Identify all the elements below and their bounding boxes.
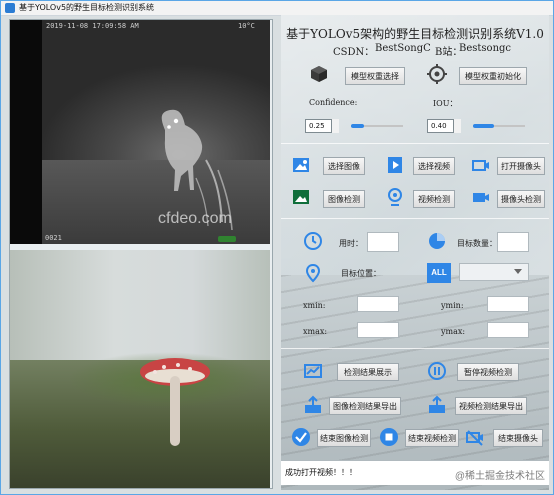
stop-circle-icon (380, 428, 398, 446)
chevron-down-icon[interactable] (514, 269, 522, 274)
iou-spinbox[interactable]: 0.40 (427, 119, 461, 133)
clock-icon (304, 232, 322, 250)
status-message: 成功打开视频！！！ (285, 468, 357, 477)
ymax-label: ymax: (441, 327, 466, 336)
iou-value: 0.40 (431, 122, 447, 130)
confidence-slider[interactable] (351, 121, 403, 131)
cube-icon (311, 66, 327, 82)
camera-temp: 10°C (238, 22, 255, 30)
separator (281, 348, 549, 349)
time-label: 用时： (339, 239, 363, 248)
pause-icon (428, 362, 446, 380)
time-field (367, 232, 399, 252)
confidence-value: 0.25 (309, 122, 325, 130)
chart-icon (304, 364, 322, 378)
bilibili-value: Bestsongc (459, 43, 512, 54)
all-badge-text: ALL (431, 268, 447, 277)
end-camera-button[interactable]: 结束摄像头 (493, 429, 543, 447)
xmin-label: xmin: (303, 301, 326, 310)
spinbox-arrows-icon[interactable] (331, 119, 339, 133)
result-image-view (10, 250, 270, 488)
xmax-field (357, 322, 399, 338)
show-results-button[interactable]: 检测结果展示 (337, 363, 399, 381)
camcorder-icon (473, 193, 489, 202)
mushroom (140, 358, 210, 446)
export-image-results-button[interactable]: 图像检测结果导出 (329, 397, 401, 415)
count-field (497, 232, 529, 252)
confidence-slider-fill (351, 124, 364, 128)
camera-off-icon (466, 430, 483, 446)
target-select[interactable] (459, 263, 529, 281)
window-title: 基于YOLOv5的野生目标检测识别系统 (19, 3, 155, 12)
count-label: 目标数量： (457, 239, 497, 248)
location-icon (305, 263, 321, 283)
end-video-detection-button[interactable]: 结束视频检测 (405, 429, 459, 447)
ymin-label: ymin: (441, 301, 464, 310)
app-icon (5, 3, 15, 13)
camera-timestamp: 2019-11-08 17:09:58 AM (46, 22, 139, 30)
iou-slider[interactable] (473, 121, 525, 131)
csdn-label: CSDN： (333, 47, 375, 58)
detect-camera-button[interactable]: 摄像头检测 (497, 190, 545, 208)
xmax-label: xmax: (303, 327, 328, 336)
title-bar: 基于YOLOv5的野生目标检测识别系统 (1, 1, 553, 16)
detect-image-button[interactable]: 图像检测 (323, 190, 365, 208)
image-detect-icon (293, 190, 309, 204)
export-video-results-button[interactable]: 视频检测结果导出 (455, 397, 527, 415)
detect-video-button[interactable]: 视频检测 (413, 190, 455, 208)
csdn-value: BestSongC (375, 43, 431, 54)
app-window: 基于YOLOv5的野生目标检测识别系统 2019-11-08 17:09:58 … (0, 0, 554, 495)
separator (281, 218, 549, 219)
select-image-button[interactable]: 选择图像 (323, 157, 365, 175)
end-image-detection-button[interactable]: 结束图像检测 (317, 429, 371, 447)
control-panel: 基于YOLOv5架构的野生目标检测识别系统V1.0 CSDN： BestSong… (281, 15, 549, 490)
iou-label: IOU： (433, 99, 458, 108)
target-icon (427, 64, 447, 84)
position-label: 目标位置： (341, 269, 381, 278)
all-badge: ALL (427, 263, 451, 283)
select-weights-button[interactable]: 模型权重选择 (345, 67, 405, 85)
system-title: 基于YOLOv5架构的野生目标检测识别系统V1.0 (286, 27, 544, 41)
ymax-field (487, 322, 529, 338)
iou-slider-fill (473, 124, 494, 128)
pie-chart-icon (429, 233, 445, 249)
camera-watermark: cfdeo.com (158, 210, 232, 227)
init-weights-button[interactable]: 模型权重初始化 (459, 67, 527, 85)
camera-bottom-badge (218, 236, 236, 242)
spinbox-arrows-icon[interactable] (453, 119, 461, 133)
ymin-field (487, 296, 529, 312)
camera-view: 2019-11-08 17:09:58 AM 10°C 0021 cfdeo.c… (10, 20, 270, 244)
status-bar: 成功打开视频！！！ @稀土掘金技术社区 (281, 460, 549, 485)
camera-icon (472, 160, 489, 171)
confidence-label: Confidence: (309, 98, 358, 107)
status-watermark: @稀土掘金技术社区 (454, 471, 545, 482)
left-panels: 2019-11-08 17:09:58 AM 10°C 0021 cfdeo.c… (9, 19, 273, 489)
camera-corner-code: 0021 (45, 234, 62, 242)
export-icon (429, 395, 445, 413)
check-circle-icon (292, 428, 310, 446)
open-camera-button[interactable]: 打开摄像头 (497, 157, 545, 175)
xmin-field (357, 296, 399, 312)
select-video-button[interactable]: 选择视频 (413, 157, 455, 175)
video-file-icon (388, 157, 402, 173)
pause-video-button[interactable]: 暂停视频检测 (457, 363, 519, 381)
confidence-spinbox[interactable]: 0.25 (305, 119, 339, 133)
export-icon (305, 395, 321, 413)
image-icon (293, 158, 309, 172)
webcam-icon (388, 188, 402, 206)
separator (281, 143, 549, 144)
